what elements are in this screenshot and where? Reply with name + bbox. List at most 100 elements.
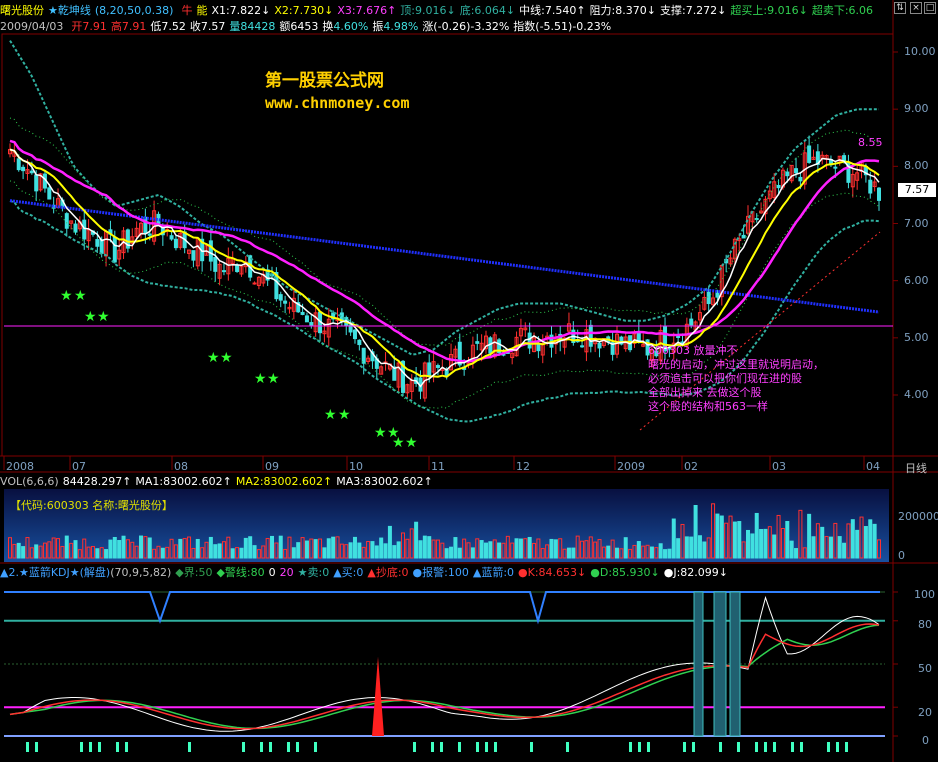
volume-bar	[732, 521, 737, 559]
buy-star-icon: ★	[338, 407, 351, 423]
price-tick: 7.00	[904, 217, 929, 230]
vol-name: VOL(6,6,6)	[0, 475, 59, 488]
candle-body	[191, 250, 196, 261]
watermark-title: 第一股票公式网	[265, 71, 384, 91]
volume-bar	[291, 547, 296, 559]
volume-bar	[213, 544, 218, 559]
volume-bar	[497, 542, 502, 559]
candle-body	[16, 158, 21, 171]
kdj-tick: 100	[914, 588, 935, 601]
volume-bar	[759, 528, 764, 559]
volume-bar	[208, 536, 213, 559]
candle-body	[278, 294, 283, 301]
volume-bar	[488, 541, 493, 559]
volume-bar	[715, 513, 720, 559]
volume-bar	[348, 542, 353, 559]
candle-body	[715, 292, 720, 298]
bottom-signal-marker	[773, 742, 776, 752]
time-tick: 09	[265, 460, 279, 473]
period-label[interactable]: 日线	[905, 460, 927, 476]
volume-bar	[483, 542, 488, 559]
candle-body	[527, 332, 532, 349]
bottom-signal-marker	[458, 742, 461, 752]
kdj-tick: 0	[922, 734, 929, 747]
volume-bar	[449, 546, 454, 559]
time-tick: 07	[72, 460, 86, 473]
kdj-jie: ◆界:50	[175, 566, 213, 579]
candle-body	[741, 234, 746, 239]
buy-star-icon: ★	[60, 288, 73, 304]
time-tick: 02	[684, 460, 698, 473]
buy-star-icon: ★	[267, 371, 280, 387]
candle-body	[676, 335, 681, 338]
kdj-sell: ★卖:0	[297, 566, 330, 579]
bottom-signal-marker	[800, 742, 803, 752]
volume-bar	[549, 538, 554, 559]
bottom-signal-marker	[35, 742, 38, 752]
candle-body	[798, 176, 803, 182]
note-line: 这个股的结构和563一样	[648, 400, 768, 413]
volume-bar	[427, 536, 432, 559]
candle-body	[597, 342, 602, 349]
buy-star-icon: ★	[405, 435, 418, 451]
bottom-signal-marker	[629, 742, 632, 752]
volume-bar	[737, 521, 742, 559]
candle-body	[776, 185, 781, 189]
bottom-signal-marker	[242, 742, 245, 752]
buy-star-icon: ★	[392, 435, 405, 451]
price-tick: 10.00	[904, 45, 936, 58]
candle-body	[309, 322, 314, 326]
time-tick: 03	[772, 460, 786, 473]
volume-bar	[676, 538, 681, 559]
volume-bar	[73, 540, 78, 559]
bottom-signal-marker	[287, 742, 290, 752]
note-line: 必须追击可以把你们现在进的股	[648, 372, 802, 385]
candle-body	[475, 341, 480, 344]
volume-bar	[178, 538, 183, 559]
chaodi-spike	[372, 656, 384, 736]
buy-star-icon: ★	[324, 407, 337, 423]
candle-body	[300, 311, 305, 315]
candle-body	[235, 265, 240, 272]
volume-bar	[112, 536, 117, 559]
candle-body	[95, 239, 100, 247]
candle-body	[361, 347, 366, 364]
candle-body	[689, 318, 694, 326]
volume-bar	[671, 518, 676, 559]
bottom-signal-marker	[80, 742, 83, 752]
kdj-index: ▲2.	[0, 566, 19, 579]
time-tick: 2009	[617, 460, 645, 473]
volume-bar	[139, 535, 144, 559]
bottom-signal-marker	[98, 742, 101, 752]
candle-body	[64, 213, 69, 229]
volume-bar	[842, 542, 847, 559]
vol-ma2: MA2:83002.602↑	[235, 475, 333, 488]
price-tick: 5.00	[904, 331, 929, 344]
kdj-d: ●D:85.930↓	[590, 566, 660, 579]
candle-body	[73, 223, 78, 233]
volume-bar	[270, 535, 275, 559]
volume-bar	[278, 535, 283, 559]
bottom-signal-marker	[737, 742, 740, 752]
ma-magenta-line	[9, 139, 880, 363]
note-line: 曙光的启动，冲过这里就说明启动，	[648, 358, 824, 371]
candle-body	[252, 282, 257, 285]
kdj-alarm: ●报警:100	[412, 566, 469, 579]
buy-star-icon: ★	[254, 371, 267, 387]
volume-bar	[828, 536, 833, 559]
volume-bar	[331, 536, 336, 559]
bottom-signal-marker	[692, 742, 695, 752]
volume-bar	[702, 541, 707, 559]
kdj-tick: 80	[918, 618, 932, 631]
upper-band-line	[9, 40, 879, 356]
time-tick: 11	[431, 460, 445, 473]
candle-body	[208, 240, 213, 262]
volume-bar	[750, 533, 755, 559]
volume-bar	[108, 539, 113, 559]
volume-bar	[566, 547, 571, 559]
candle-body	[807, 145, 812, 163]
volume-bar	[64, 535, 69, 559]
candle-body	[173, 238, 178, 249]
volume-bar	[374, 545, 379, 559]
candle-body	[785, 171, 790, 177]
